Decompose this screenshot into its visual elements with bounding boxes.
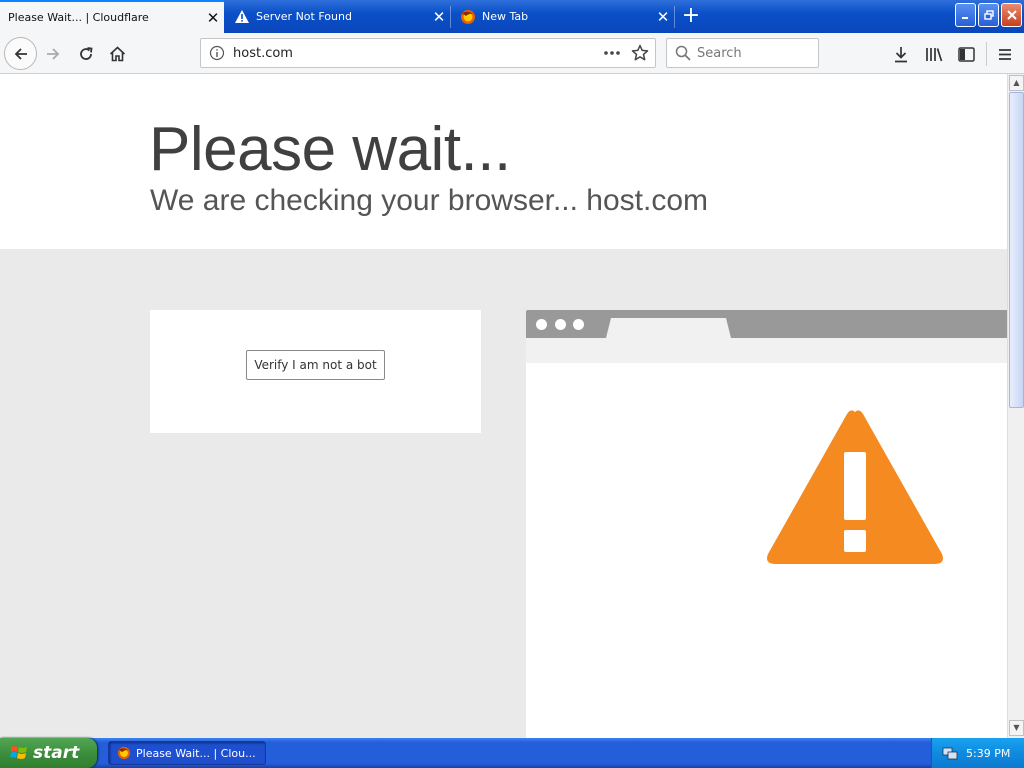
windows-flag-icon	[10, 744, 28, 762]
vertical-scrollbar[interactable]: ▲ ▼	[1007, 74, 1024, 738]
warning-icon	[234, 9, 250, 25]
navigation-bar: host.com Search	[0, 33, 1024, 74]
restore-icon	[983, 10, 994, 20]
bookmark-star-icon[interactable]	[631, 44, 649, 62]
scroll-thumb[interactable]	[1009, 92, 1024, 408]
tab-title: New Tab	[482, 10, 529, 23]
search-placeholder: Search	[697, 45, 742, 61]
header-panel: Please wait... We are checking your brow…	[0, 74, 1007, 249]
clock: 5:39 PM	[966, 746, 1011, 760]
info-icon[interactable]	[209, 45, 225, 61]
page-actions-icon[interactable]	[603, 50, 621, 56]
taskbar: start Please Wait... | Clou... 5:39 PM	[0, 738, 1024, 768]
window-close-button[interactable]	[1001, 3, 1022, 27]
scroll-down-arrow[interactable]: ▼	[1009, 720, 1024, 736]
tab-separator	[450, 6, 451, 28]
illustration-strip	[526, 338, 1007, 363]
start-label: start	[33, 743, 80, 763]
search-icon	[675, 45, 691, 61]
downloads-button[interactable]	[891, 44, 911, 64]
verify-panel: Verify I am not a bot	[150, 310, 481, 433]
back-button[interactable]	[4, 37, 37, 70]
tab-title: Server Not Found	[256, 10, 352, 23]
illustration-dot	[555, 319, 566, 330]
title-bar: Please Wait... | Cloudflare ✕ Server Not…	[0, 0, 1024, 33]
home-button[interactable]	[107, 44, 127, 64]
home-icon	[109, 46, 125, 62]
search-bar[interactable]: Search	[666, 38, 819, 68]
arrow-right-icon	[47, 48, 60, 60]
illustration-toolbar	[526, 310, 1007, 338]
start-button[interactable]: start	[0, 738, 97, 768]
library-icon	[926, 48, 943, 62]
reload-icon	[80, 47, 93, 60]
url-bar[interactable]: host.com	[200, 38, 656, 68]
verify-not-bot-button[interactable]: Verify I am not a bot	[246, 350, 385, 380]
tab-separator	[674, 6, 675, 28]
url-text[interactable]: host.com	[233, 46, 603, 61]
menu-button[interactable]	[995, 44, 1015, 64]
reload-button[interactable]	[76, 44, 96, 64]
sidebar-icon	[957, 46, 975, 62]
taskbar-item-firefox[interactable]: Please Wait... | Clou...	[108, 741, 266, 765]
download-icon	[895, 46, 907, 62]
tab-please-wait[interactable]: Please Wait... | Cloudflare ✕	[0, 0, 224, 33]
toolbar-separator	[986, 42, 987, 66]
page-subtitle: We are checking your browser... host.com	[150, 184, 709, 217]
close-tab-icon[interactable]: ✕	[652, 8, 674, 26]
library-button[interactable]	[924, 44, 944, 64]
restore-button[interactable]	[978, 3, 999, 27]
hamburger-menu-icon	[999, 48, 1011, 60]
new-tab-button[interactable]: +	[678, 3, 704, 29]
tab-new-tab[interactable]: New Tab ✕	[452, 0, 674, 33]
minimize-icon	[961, 17, 968, 19]
firefox-icon	[460, 9, 476, 25]
close-tab-icon[interactable]: ✕	[202, 9, 224, 27]
warning-triangle-icon	[767, 410, 943, 564]
sidebar-button[interactable]	[956, 44, 976, 64]
scroll-up-arrow[interactable]: ▲	[1009, 75, 1024, 91]
illustration-dot	[536, 319, 547, 330]
illustration-tab	[606, 318, 731, 338]
close-icon	[1006, 10, 1017, 20]
tab-server-not-found[interactable]: Server Not Found ✕	[226, 0, 450, 33]
minimize-button[interactable]	[955, 3, 976, 27]
arrow-left-icon	[14, 47, 27, 60]
firefox-icon	[117, 746, 131, 760]
close-tab-icon[interactable]: ✕	[428, 8, 450, 26]
taskbar-item-label: Please Wait... | Clou...	[136, 746, 256, 760]
page-title: Please wait...	[149, 115, 511, 184]
forward-button[interactable]	[43, 44, 63, 64]
network-icon[interactable]	[942, 745, 958, 761]
page-content: Please wait... We are checking your brow…	[0, 74, 1007, 738]
illustration-dot	[573, 319, 584, 330]
tab-title: Please Wait... | Cloudflare	[8, 11, 149, 24]
system-tray: 5:39 PM	[931, 738, 1024, 768]
